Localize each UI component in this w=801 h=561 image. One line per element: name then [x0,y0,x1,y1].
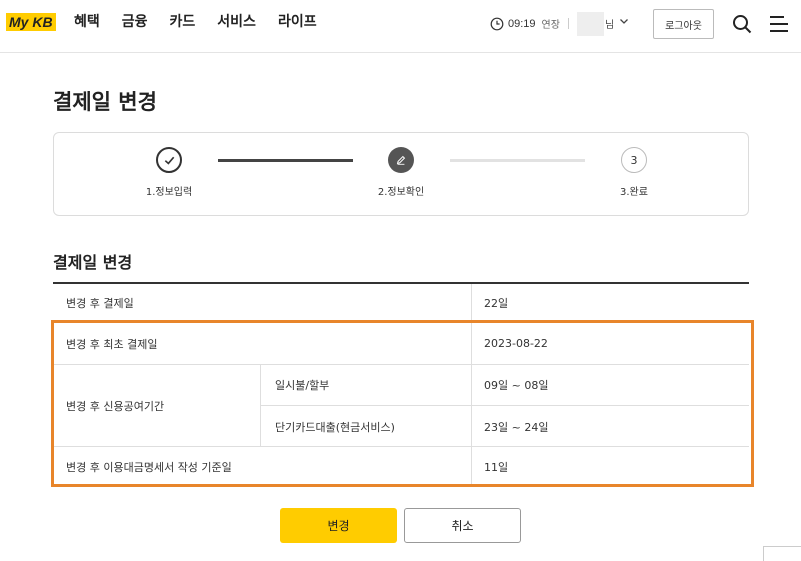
nav-item-life[interactable]: 라이프 [278,12,317,32]
step-connector-done [218,159,353,162]
table-row: 변경 후 이용대금명세서 작성 기준일 11일 [53,447,749,487]
step-3-label: 3.완료 [620,187,648,198]
page-title: 결제일 변경 [53,90,157,114]
column-divider [471,447,472,486]
progress-stepper: 1.정보입력 2.정보확인 3 3.완료 [53,132,749,216]
user-suffix: 님 [605,20,615,31]
chevron-down-icon[interactable] [618,15,630,27]
row-label: 변경 후 신용공여기간 [66,399,165,413]
table-row: 변경 후 결제일 22일 [53,284,749,323]
confirm-change-button[interactable]: 변경 [280,508,397,543]
cancel-button[interactable]: 취소 [404,508,521,543]
step-1-label: 1.정보입력 [145,187,193,198]
row-value: 2023-08-22 [484,337,548,350]
change-summary-table: 변경 후 결제일 22일 변경 후 최초 결제일 2023-08-22 변경 후… [53,282,749,487]
extend-session-button[interactable]: 연장 [542,16,560,31]
sub-row-value: 23일 ~ 24일 [484,420,549,434]
row-label: 변경 후 이용대금명세서 작성 기준일 [66,460,232,474]
row-label: 변경 후 최초 결제일 [66,337,158,351]
pencil-icon [396,155,406,165]
row-value: 11일 [484,460,509,474]
row-value: 22일 [484,297,509,310]
header-divider [568,18,569,29]
step-2-circle [388,147,414,173]
logout-button[interactable]: 로그아웃 [653,9,714,39]
check-icon [164,156,174,165]
table-row: 변경 후 신용공여기간 일시불/할부 09일 ~ 08일 단기카드대출(현금서비… [53,365,749,447]
corner-fragment [763,546,801,561]
user-name-masked [577,12,604,36]
step-3-circle: 3 [621,147,647,173]
nav-item-service[interactable]: 서비스 [217,12,256,32]
main-nav: 혜택 금융 카드 서비스 라이프 [74,12,339,32]
row-label: 변경 후 결제일 [66,297,134,310]
nav-item-finance[interactable]: 금융 [122,12,148,32]
section-title: 결제일 변경 [53,253,133,272]
sub-row-value: 09일 ~ 08일 [484,379,549,392]
search-icon[interactable] [731,13,753,35]
session-time: 09:19 [508,17,536,30]
column-divider [471,323,472,364]
table-row: 변경 후 최초 결제일 2023-08-22 [53,323,749,365]
kb-logo[interactable]: My KB [6,13,56,31]
sub-row-label: 단기카드대출(현금서비스) [275,420,395,434]
nav-item-card[interactable]: 카드 [170,12,196,32]
clock-icon [490,17,504,30]
nav-item-benefits[interactable]: 혜택 [74,12,100,32]
top-header: My KB 혜택 금융 카드 서비스 라이프 09:19 연장 님 로그아웃 [0,0,801,53]
step-1-circle [156,147,182,173]
sub-row-label: 일시불/할부 [275,379,330,392]
session-timer: 09:19 연장 [490,16,560,31]
column-divider [471,284,472,322]
menu-icon[interactable] [768,13,790,35]
step-connector-pending [450,159,585,162]
step-2-label: 2.정보확인 [377,187,425,198]
